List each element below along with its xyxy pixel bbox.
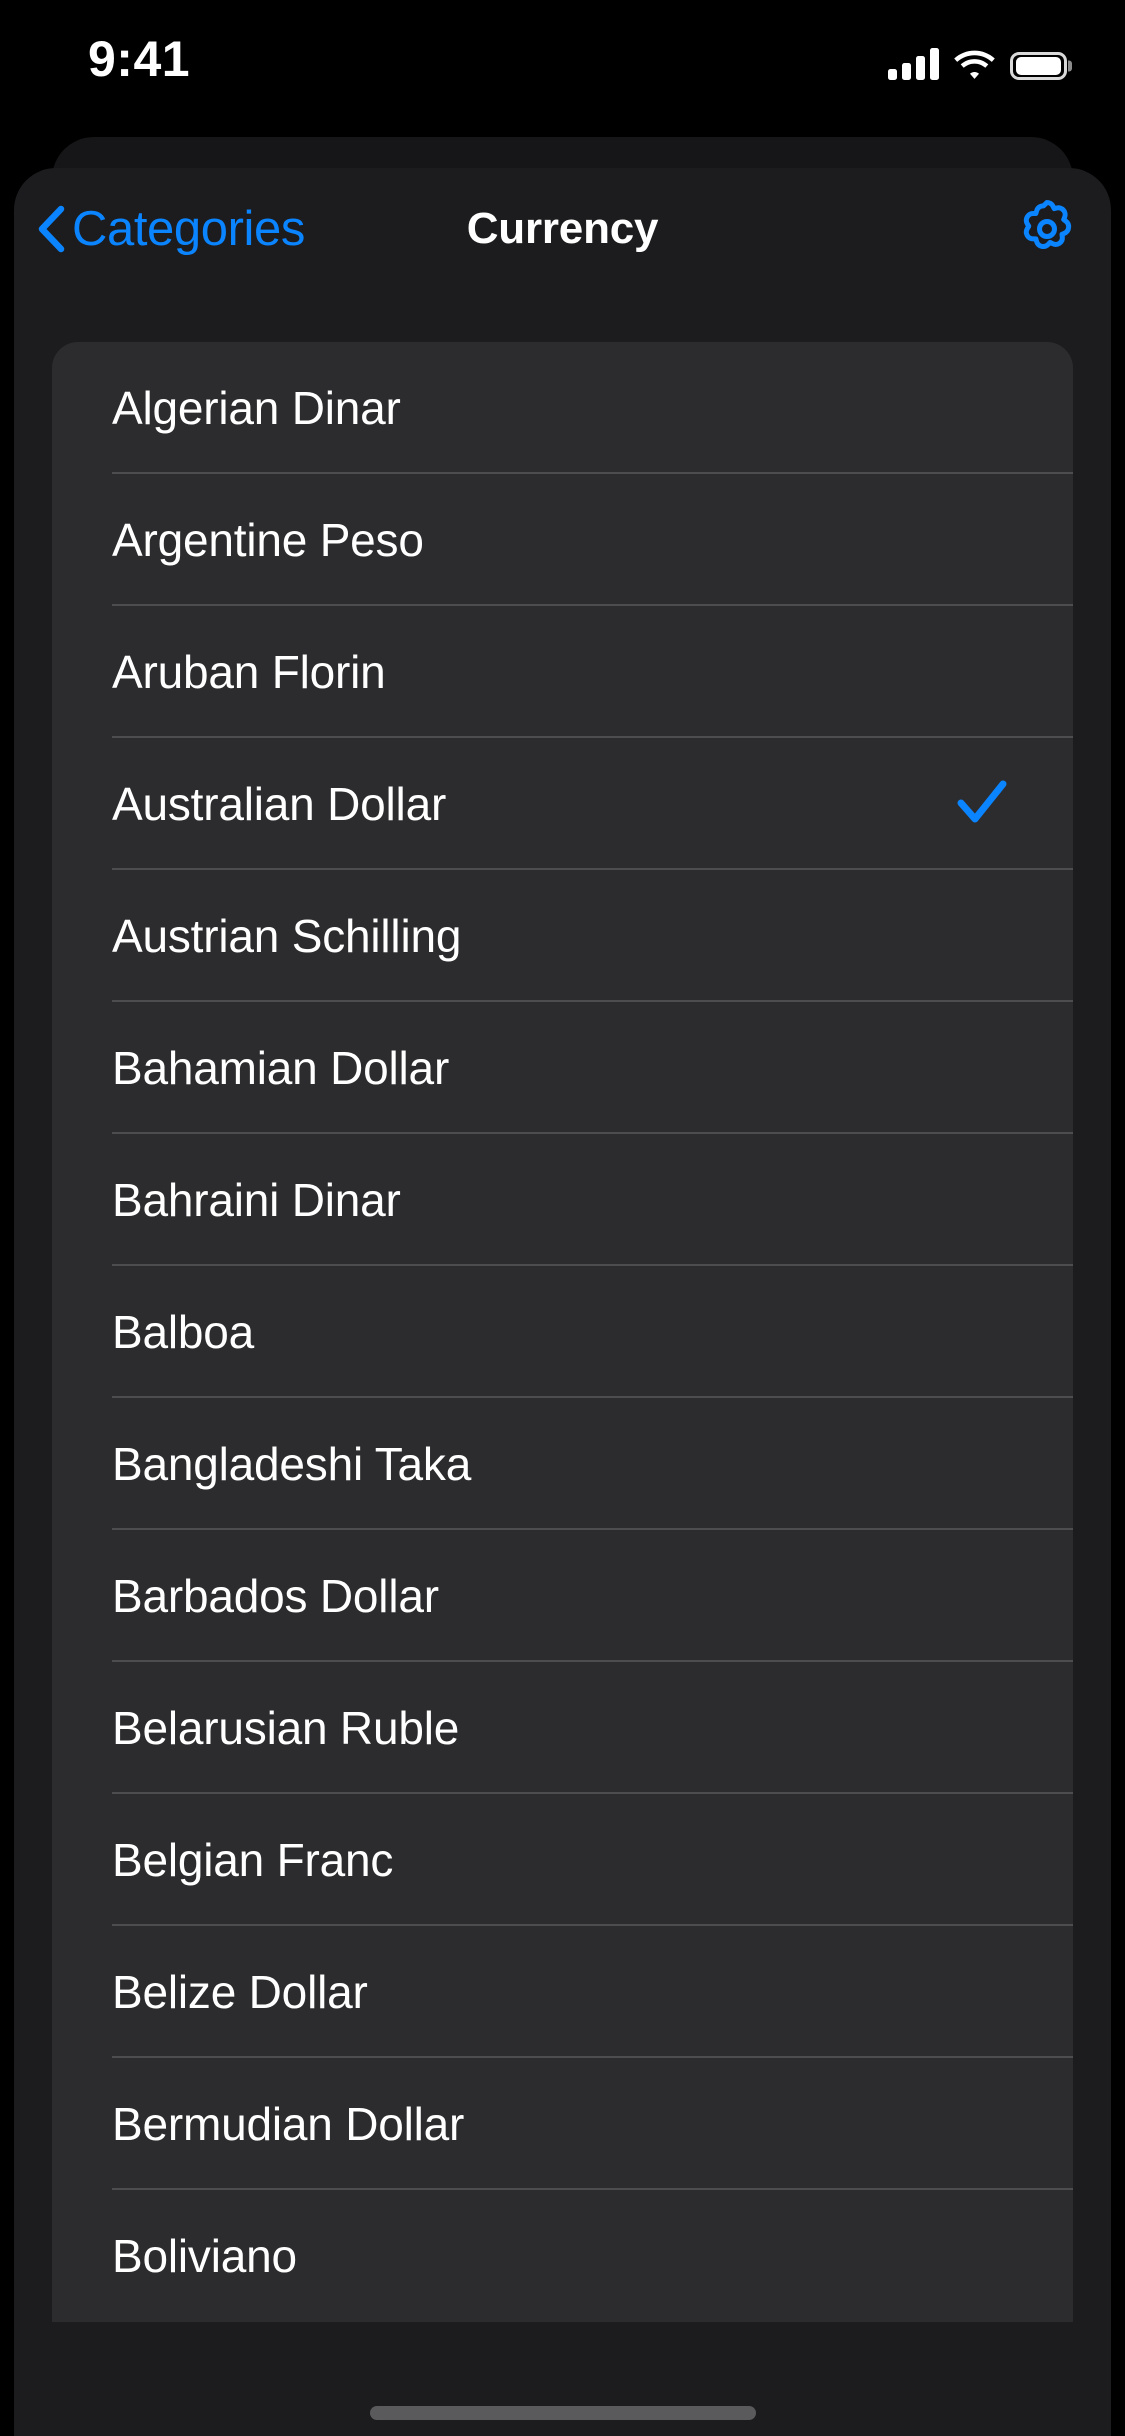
list-item-label: Austrian Schilling (112, 910, 462, 962)
list-item[interactable]: Aruban Florin (52, 606, 1073, 738)
list-item[interactable]: Boliviano (52, 2190, 1073, 2322)
modal-card: Categories Currency Algerian Dinar Argent… (14, 168, 1111, 2436)
home-indicator[interactable] (369, 2406, 756, 2420)
gear-icon (1015, 197, 1079, 261)
status-bar: 9:41 (0, 0, 1125, 132)
list-item-label: Boliviano (112, 2230, 297, 2282)
checkmark-icon (957, 780, 1007, 823)
list-item-label: Belgian Franc (112, 1834, 394, 1886)
list-item[interactable]: Belgian Franc (52, 1794, 1073, 1926)
currency-list-scroll[interactable]: Algerian Dinar Argentine Peso Aruban Flori… (52, 342, 1073, 2392)
list-item-label: Belize Dollar (112, 1966, 368, 2018)
status-bar-time: 9:41 (88, 31, 191, 87)
currency-list: Algerian Dinar Argentine Peso Aruban Flori… (52, 342, 1073, 2322)
list-item-label: Bahamian Dollar (112, 1042, 450, 1094)
list-item-label: Argentine Peso (112, 514, 424, 566)
list-item[interactable]: Australian Dollar (52, 738, 1073, 870)
list-item[interactable]: Austrian Schilling (52, 870, 1073, 1002)
list-item-label: Bermudian Dollar (112, 2098, 465, 2150)
navigation-bar: Categories Currency (14, 168, 1111, 290)
cellular-bars-icon (888, 48, 939, 80)
chevron-left-icon (32, 205, 68, 253)
list-item-label: Aruban Florin (112, 646, 386, 698)
wifi-icon (953, 48, 996, 80)
list-item[interactable]: Barbados Dollar (52, 1530, 1073, 1662)
back-button[interactable]: Categories (32, 168, 305, 290)
list-item-label: Balboa (112, 1306, 255, 1358)
list-item[interactable]: Belize Dollar (52, 1926, 1073, 2058)
settings-button[interactable] (1015, 168, 1079, 290)
back-button-label: Categories (72, 201, 305, 256)
list-item[interactable]: Bangladeshi Taka (52, 1398, 1073, 1530)
list-item[interactable]: Argentine Peso (52, 474, 1073, 606)
list-item[interactable]: Bahamian Dollar (52, 1002, 1073, 1134)
list-item-label: Algerian Dinar (112, 382, 401, 434)
list-item[interactable]: Algerian Dinar (52, 342, 1073, 474)
list-item[interactable]: Balboa (52, 1266, 1073, 1398)
list-item[interactable]: Bermudian Dollar (52, 2058, 1073, 2190)
list-item-label: Bangladeshi Taka (112, 1438, 472, 1490)
list-item-label: Australian Dollar (112, 778, 447, 830)
list-item[interactable]: Belarusian Ruble (52, 1662, 1073, 1794)
list-item-label: Belarusian Ruble (112, 1702, 460, 1754)
list-item-label: Bahraini Dinar (112, 1174, 401, 1226)
list-item-label: Barbados Dollar (112, 1570, 439, 1622)
status-bar-indicators (888, 38, 1067, 80)
list-item[interactable]: Bahraini Dinar (52, 1134, 1073, 1266)
battery-full-icon (1010, 52, 1067, 80)
phone-screen: 9:41 Categories Currency Algerian Dinar … (0, 0, 1125, 2436)
